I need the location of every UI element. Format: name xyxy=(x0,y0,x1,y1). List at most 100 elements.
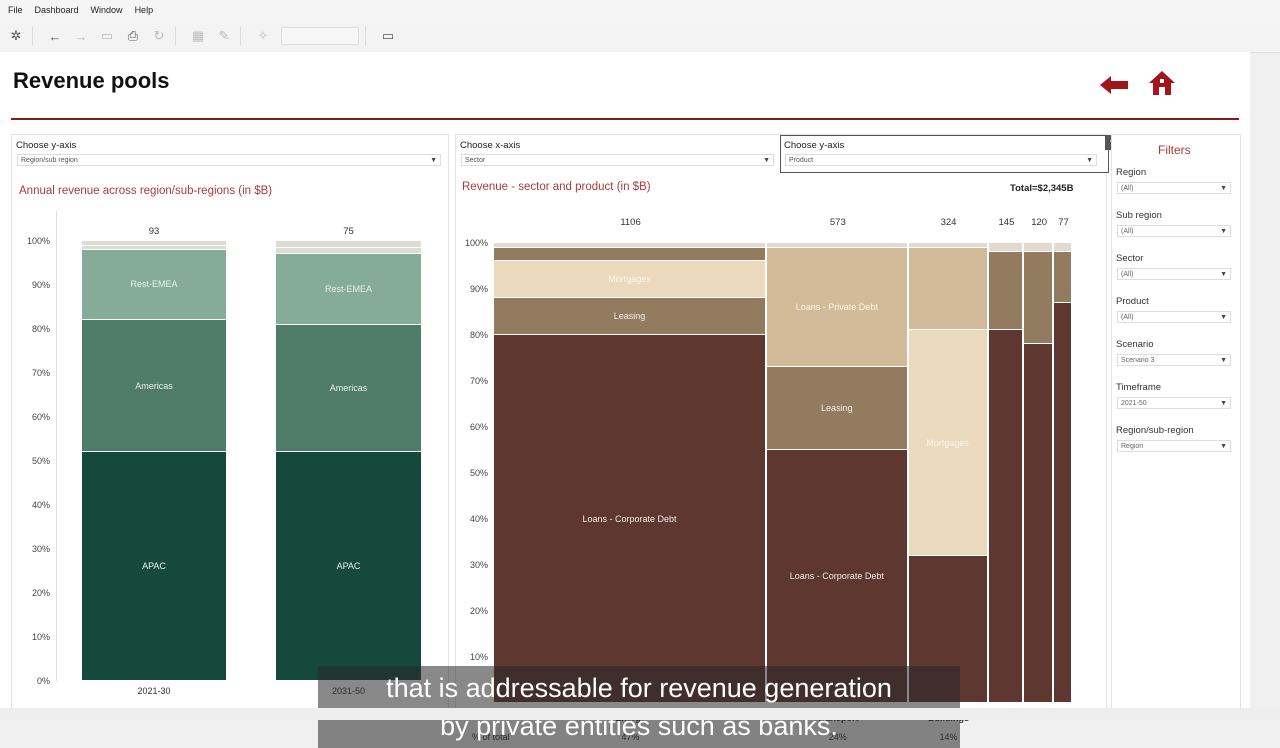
mekko-segment xyxy=(908,243,988,248)
segment-label: Leasing xyxy=(821,403,853,414)
mekko-segment xyxy=(494,243,767,248)
mekko-segment xyxy=(1053,243,1072,253)
page-title: Revenue pools xyxy=(13,68,170,93)
segment-label: APAC xyxy=(142,561,166,572)
mekko-segment xyxy=(908,247,988,331)
chevron-down-icon: ▼ xyxy=(1220,271,1227,278)
segment-label: Leasing xyxy=(613,311,646,322)
toolbar: ✲ ← → ▭ ⎙ ↻ ▦ ✎ ✧ ▭ xyxy=(0,20,1280,53)
y-tick-label: 70% xyxy=(31,368,50,378)
filter-label: Region xyxy=(1116,167,1147,178)
mekko-segment: Mortgages xyxy=(494,261,767,299)
y-tick-label: 90% xyxy=(469,284,488,294)
back-arrow-icon[interactable] xyxy=(1098,74,1130,101)
segment-label: Loans - Private Debt xyxy=(795,301,878,312)
refresh-icon[interactable]: ↻ xyxy=(149,26,169,46)
segment-label: APAC xyxy=(336,561,361,572)
mekko-segment xyxy=(1024,344,1053,703)
segment-label: Loans - Corporate Debt xyxy=(789,571,884,581)
filter-select-value: 2021-50 xyxy=(1121,400,1147,407)
y-tick-label: 90% xyxy=(31,280,50,290)
filter-select[interactable]: Region ▼ xyxy=(1117,440,1231,452)
x-tick-label: 2021-30 xyxy=(137,686,171,696)
filter-select[interactable]: (All) ▼ xyxy=(1117,268,1231,280)
sector-chart-panel: Choose x-axis Sector ▼ Choose y-axis Prod… xyxy=(455,134,1120,742)
chevron-down-icon: ▼ xyxy=(1220,357,1227,364)
sort-icon[interactable]: ▦ xyxy=(188,26,208,46)
filter-select[interactable]: (All) ▼ xyxy=(1117,311,1231,323)
y-tick-label: 0% xyxy=(36,676,50,686)
column-total-label: 145 xyxy=(998,217,1015,228)
mekko-segment xyxy=(1024,243,1053,253)
filter-label: Region/sub-region xyxy=(1116,425,1194,436)
filter-select[interactable]: Scenario 3 ▼ xyxy=(1117,354,1231,366)
mekko-segment: Loans - Private Debt xyxy=(767,247,908,368)
pause-icon[interactable]: ⎙ xyxy=(123,26,143,46)
mekko-segment xyxy=(1024,252,1053,345)
mekko-segment xyxy=(1053,252,1072,303)
revert-icon[interactable]: ▭ xyxy=(97,26,117,46)
filter-select-value: (All) xyxy=(1121,314,1134,321)
sector-mekko-chart: 10% 20% 30% 40% 50% 60% 70% 80% 90% 100% 1106 Loans… xyxy=(456,135,1106,742)
y-tick-label: 70% xyxy=(469,376,488,386)
menu-help[interactable]: Help xyxy=(135,5,154,15)
filter-label: Sector xyxy=(1116,253,1144,264)
filter-select-value: (All) xyxy=(1121,228,1134,235)
segment-label: Americas xyxy=(135,380,173,391)
filter-select-value: Scenario 3 xyxy=(1121,357,1155,364)
filter-select[interactable]: (All) ▼ xyxy=(1117,225,1231,237)
back-icon[interactable]: ← xyxy=(45,26,65,46)
toolbar-divider xyxy=(240,26,241,46)
column-total-label: 120 xyxy=(1031,217,1048,228)
y-tick-label: 60% xyxy=(31,412,50,422)
filter-select[interactable]: (All) ▼ xyxy=(1117,182,1231,194)
mekko-segment: Leasing xyxy=(494,298,767,335)
bar-segment: APAC xyxy=(276,452,421,681)
y-tick-label: 60% xyxy=(469,422,488,432)
toolbar-divider xyxy=(365,26,366,46)
y-tick-label: 80% xyxy=(469,330,488,340)
subtitle-caption: that is addressable for revenue generati… xyxy=(318,666,960,748)
chevron-down-icon: ▼ xyxy=(1220,228,1227,235)
segment-label: Rest-EMEA xyxy=(324,283,372,294)
view-select[interactable] xyxy=(281,27,359,45)
menu-file[interactable]: File xyxy=(8,5,23,15)
mekko-segment: Leasing xyxy=(767,367,908,450)
filters-panel: Filters Region (All) ▼ Sub region (All) ▼ Sect… xyxy=(1111,134,1241,714)
menu-window[interactable]: Window xyxy=(91,5,123,15)
bar-total-label: 93 xyxy=(148,226,160,237)
home-icon[interactable] xyxy=(1148,70,1176,101)
y-tick-label: 20% xyxy=(31,588,50,598)
column-total-label: 324 xyxy=(940,217,957,228)
bar-segment: APAC xyxy=(82,452,226,681)
mekko-segment: Mortgages xyxy=(908,330,988,556)
region-stacked-bar-chart: 0% 10% 20% 30% 40% 50% 60% 70% 80% 90% 100% 93 APAC A… xyxy=(12,135,448,713)
filter-label: Product xyxy=(1116,296,1149,307)
filter-label: Scenario xyxy=(1116,339,1154,350)
filter-select-value: Region xyxy=(1121,443,1144,450)
segment-label: Loans - Corporate Debt xyxy=(582,513,677,524)
pin-icon[interactable]: ✧ xyxy=(253,26,273,46)
logo-icon[interactable]: ✲ xyxy=(6,26,26,46)
bar-segment: Americas xyxy=(82,320,226,453)
filter-select[interactable]: 2021-50 ▼ xyxy=(1117,397,1231,409)
y-tick-label: 50% xyxy=(469,468,488,478)
chevron-down-icon: ▼ xyxy=(1220,443,1227,450)
segment-label: Mortgages xyxy=(926,437,969,448)
y-tick-label: 10% xyxy=(31,632,50,642)
y-tick-label: 30% xyxy=(469,560,488,570)
segment-label: Mortgages xyxy=(608,274,651,285)
mekko-segment xyxy=(767,243,908,248)
mekko-segment xyxy=(988,243,1024,253)
forward-icon[interactable]: → xyxy=(71,26,91,46)
menu-dashboard[interactable]: Dashboard xyxy=(35,5,79,15)
presentation-icon[interactable]: ▭ xyxy=(378,26,398,46)
mekko-segment: Loans - Corporate Debt xyxy=(494,335,767,703)
bar-segment-stripe xyxy=(82,244,226,246)
toolbar-divider xyxy=(175,26,176,46)
dashboard-sheet: Revenue pools Choose y-axis Region/sub r… xyxy=(0,52,1250,748)
highlight-icon[interactable]: ✎ xyxy=(214,26,234,46)
title-divider xyxy=(11,118,1239,120)
y-tick-label: 30% xyxy=(31,544,50,554)
y-tick-label: 100% xyxy=(464,238,488,248)
